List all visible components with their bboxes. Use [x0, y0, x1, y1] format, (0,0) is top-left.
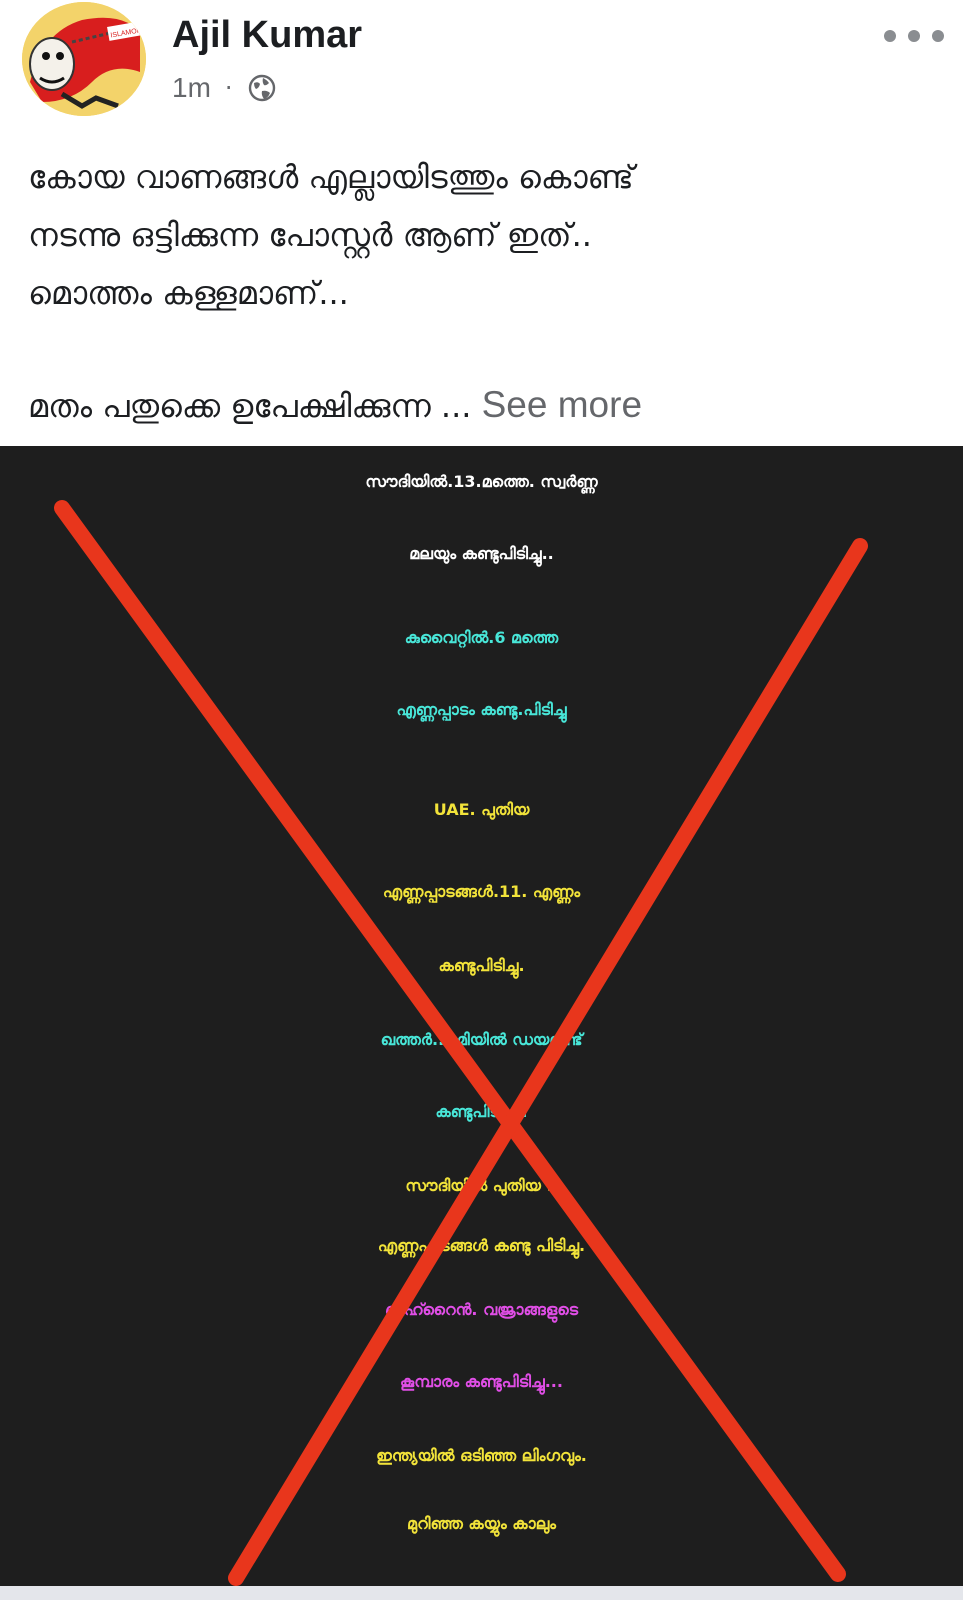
post-text: കോയ വാണങ്ങൾ എല്ലായിടത്തും കൊണ്ട് നടന്നു …: [28, 148, 928, 434]
more-dot: [884, 30, 896, 42]
post-text-line: നടന്നു ഒട്ടിക്കുന്ന പോസ്റ്റർ ആണ് ഇത്..: [28, 216, 592, 254]
poster-line: മുറിഞ്ഞ കയ്യും കാലും: [407, 1514, 556, 1533]
poster-line: കണ്ടുപിടിച്ചു..: [435, 1102, 528, 1121]
poster-line: എണ്ണപ്പാടങ്ങൾ.11. എണ്ണം: [382, 882, 581, 901]
poster-line: എണ്ണപ്പാടം കണ്ടു.പിടിച്ചു: [396, 700, 567, 719]
poster-line: കുവൈറ്റിൽ.6 മത്തെ: [404, 628, 559, 647]
post-divider: [0, 1586, 963, 1600]
post-meta: 1m ·: [172, 70, 277, 106]
poster-line: മലയും കണ്ടുപിടിച്ചു..: [409, 544, 554, 563]
poster-line: ബഹ്റൈൻ. വജ്രാങ്ങളുടെ: [384, 1300, 579, 1319]
post-time[interactable]: 1m: [172, 72, 211, 104]
globe-icon[interactable]: [247, 73, 277, 103]
post-text-line: കോയ വാണങ്ങൾ എല്ലായിടത്തും കൊണ്ട്: [28, 158, 634, 196]
poster-line: സൗദിയിൽ.13.മത്തെ. സ്വർണ്ണ: [365, 472, 598, 491]
poster-line: UAE. പുതിയ: [433, 800, 530, 819]
truncated-text: മതം പതുക്കെ ഉപേക്ഷിക്കുന്ന ...: [28, 387, 472, 425]
poster-line: ഖത്തർ..ഭൂമിയിൽ ഡയമണ്ട്: [380, 1030, 583, 1049]
avatar-image: ISLAMONK: [22, 2, 146, 116]
author-name[interactable]: Ajil Kumar: [172, 14, 362, 57]
poster-line: കണ്ടുപിടിച്ചു.: [438, 956, 525, 975]
poster-line: ഇന്ത്യയിൽ ഒടിഞ്ഞ ലിംഗവും.: [376, 1446, 587, 1465]
meta-separator: ·: [224, 74, 233, 102]
more-dot: [932, 30, 944, 42]
poster-line: സൗദിയിൽ പുതിയ 9: [405, 1176, 558, 1195]
poster-line: കൂമ്പാരം കണ്ടുപിടിച്ചു...: [400, 1372, 563, 1391]
see-more-link[interactable]: See more: [482, 384, 642, 425]
avatar[interactable]: ISLAMONK: [22, 2, 146, 116]
more-options-icon[interactable]: [884, 22, 944, 50]
post-text-truncated: മതം പതുക്കെ ഉപേക്ഷിക്കുന്ന ... See more: [28, 376, 928, 434]
post-header: ISLAMONK Ajil Kumar 1m ·: [0, 0, 963, 125]
poster-line: എണ്ണപാടങ്ങൾ കണ്ടു പിടിച്ചു.: [377, 1236, 586, 1255]
more-dot: [908, 30, 920, 42]
cross-mark: [54, 500, 868, 1586]
post-text-line: മൊത്തം കള്ളമാണ്...: [28, 274, 349, 312]
post-image[interactable]: സൗദിയിൽ.13.മത്തെ. സ്വർണ്ണ മലയും കണ്ടുപിട…: [0, 446, 963, 1586]
